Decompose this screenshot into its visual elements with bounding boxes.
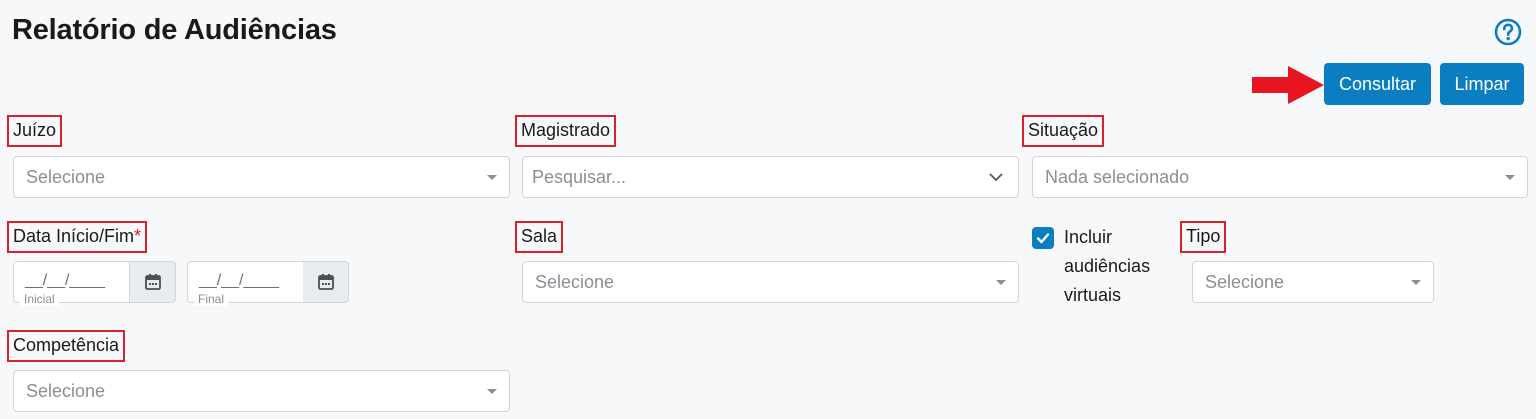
- caret-down-icon: [487, 175, 497, 180]
- situacao-label: Situação: [1022, 115, 1105, 147]
- data-fim-calendar-button[interactable]: [303, 261, 349, 303]
- consultar-button[interactable]: Consultar: [1324, 63, 1431, 105]
- situacao-select[interactable]: Nada selecionado: [1032, 156, 1528, 198]
- sala-select[interactable]: Selecione: [522, 261, 1019, 303]
- sala-label: Sala: [515, 221, 564, 253]
- data-inicio-calendar-button[interactable]: [130, 261, 176, 303]
- data-fim-sublabel: Final: [194, 292, 229, 306]
- tipo-label: Tipo: [1180, 221, 1227, 253]
- magistrado-label: Magistrado: [515, 115, 617, 147]
- incluir-virtuais-label[interactable]: Incluir audiências virtuais: [1064, 223, 1174, 310]
- data-fim-mask: __/__/____: [199, 272, 280, 289]
- chevron-down-icon: [989, 173, 1003, 182]
- red-arrow-right-icon: [1252, 66, 1324, 104]
- juizo-select-value: Selecione: [26, 166, 106, 187]
- juizo-select[interactable]: Selecione: [13, 156, 510, 198]
- required-mark: *: [134, 226, 142, 246]
- data-inicio-sublabel: Inicial: [20, 292, 59, 306]
- calendar-icon: [144, 274, 161, 290]
- competencia-select[interactable]: Selecione: [13, 370, 510, 412]
- page-title: Relatório de Audiências: [12, 14, 337, 46]
- magistrado-search-placeholder: Pesquisar...: [532, 166, 627, 187]
- situacao-select-value: Nada selecionado: [1045, 166, 1190, 187]
- sala-select-value: Selecione: [535, 271, 615, 292]
- data-inicio-mask: __/__/____: [25, 272, 106, 289]
- check-icon: [1036, 233, 1050, 244]
- tipo-select-value: Selecione: [1205, 271, 1285, 292]
- data-label-text: Data Início/Fim: [13, 226, 135, 246]
- tipo-select[interactable]: Selecione: [1192, 261, 1434, 303]
- incluir-virtuais-checkbox[interactable]: [1032, 227, 1054, 249]
- data-label: Data Início/Fim*: [7, 221, 148, 253]
- magistrado-search[interactable]: Pesquisar...: [522, 156, 1019, 198]
- caret-down-icon: [1411, 280, 1421, 285]
- calendar-icon: [317, 274, 334, 290]
- competencia-select-value: Selecione: [26, 380, 106, 401]
- caret-down-icon: [1505, 175, 1515, 180]
- limpar-button[interactable]: Limpar: [1440, 63, 1524, 105]
- caret-down-icon: [487, 389, 497, 394]
- caret-down-icon: [996, 280, 1006, 285]
- help-icon[interactable]: [1494, 18, 1522, 46]
- competencia-label: Competência: [7, 330, 126, 362]
- juizo-label: Juízo: [7, 115, 63, 147]
